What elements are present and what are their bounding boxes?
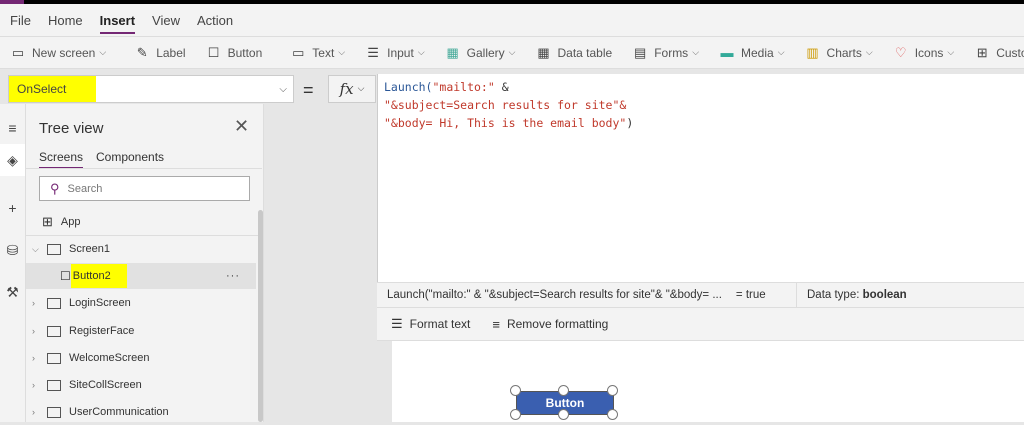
screen-icon [47, 297, 61, 309]
custom-button[interactable]: ⊞Custom [974, 45, 1024, 61]
result-expression: Launch("mailto:" & "&subject=Search resu… [387, 289, 722, 301]
screen-icon [47, 352, 61, 364]
button-button[interactable]: ☐ Button [206, 45, 263, 61]
close-icon[interactable]: ✕ [234, 116, 249, 137]
property-dropdown[interactable]: OnSelect ⌵ [8, 75, 294, 103]
chevron-down-icon: ⌵ [279, 83, 287, 95]
format-text-button[interactable]: ☰ Format text [391, 316, 470, 332]
plus-icon[interactable]: + [0, 200, 25, 216]
menu-view[interactable]: View [152, 9, 180, 32]
fx-button[interactable]: fx ⌵ [328, 75, 376, 103]
menu-action[interactable]: Action [197, 9, 233, 32]
image-icon: ▬ [720, 45, 734, 60]
charts-button[interactable]: ▥ Charts ⌵ [805, 44, 872, 61]
remove-formatting-icon: ≡ [492, 316, 500, 332]
pencil-icon: ✎ [136, 44, 148, 60]
tree-item-usercommunication[interactable]: › UserCommunication [26, 399, 256, 425]
icons-button[interactable]: ♡ Icons ⌵ [893, 44, 954, 61]
menu-file[interactable]: File [10, 9, 31, 32]
screen-icon [47, 243, 61, 255]
datatype-label: Data type: [807, 289, 863, 301]
menu-bar: File Home Insert View Action [0, 4, 1024, 36]
text-icon: ▭ [292, 44, 305, 60]
chevron-right-icon[interactable]: › [32, 326, 42, 336]
tree-item-button2[interactable]: ☐ Button2 ··· [26, 263, 256, 289]
tree-item-registerface[interactable]: › RegisterFace [26, 318, 256, 344]
text-button[interactable]: ▭ Text ⌵ [290, 45, 345, 61]
formula-result-bar: Launch("mailto:" & "&subject=Search resu… [377, 282, 1024, 308]
remove-formatting-button[interactable]: ≡ Remove formatting [492, 317, 608, 332]
app-icon: ⊞ [42, 214, 53, 229]
tree-item-app[interactable]: ⊞ App [26, 209, 256, 235]
equals-sign: = [303, 80, 314, 100]
resize-handle[interactable] [510, 409, 521, 420]
tab-components[interactable]: Components [96, 150, 164, 164]
datatype-value: boolean [862, 289, 907, 301]
tools-icon[interactable]: ⚒ [0, 284, 25, 301]
resize-handle[interactable] [607, 409, 618, 420]
forms-button[interactable]: ▤ Forms ⌵ [632, 45, 699, 61]
chevron-right-icon[interactable]: › [32, 353, 42, 363]
left-rail: ≡ ◈ + ⛁ ⚒ [0, 104, 26, 422]
gallery-button[interactable]: ▦ Gallery ⌵ [445, 44, 515, 61]
search-icon: ⚲ [50, 180, 60, 196]
resize-handle[interactable] [510, 385, 521, 396]
forms-icon: ▤ [634, 44, 647, 60]
tree-item-welcomescreen[interactable]: › WelcomeScreen [26, 345, 256, 371]
icons-icon: ♡ [894, 44, 907, 60]
button-icon: ☐ [207, 44, 220, 60]
table-icon: ▦ [537, 44, 550, 60]
tab-screens[interactable]: Screens [39, 150, 84, 169]
resize-handle[interactable] [607, 385, 618, 396]
format-bar: ☰ Format text ≡ Remove formatting [377, 308, 1024, 341]
input-button[interactable]: ☰ Input ⌵ [365, 44, 424, 61]
screen-canvas[interactable] [392, 341, 1024, 422]
screen-icon [47, 406, 61, 418]
menu-insert[interactable]: Insert [99, 9, 136, 34]
resize-handle[interactable] [558, 409, 569, 420]
button-icon: ☐ [60, 269, 71, 283]
menu-home[interactable]: Home [48, 9, 83, 32]
tree-view-title: Tree view [39, 120, 104, 137]
database-icon[interactable]: ⛁ [0, 242, 25, 259]
more-options-icon[interactable]: ··· [226, 270, 240, 282]
gallery-icon: ▦ [446, 44, 459, 60]
tree-item-screen1[interactable]: ⌵ Screen1 [26, 236, 256, 262]
tree-scrollbar[interactable] [258, 210, 263, 422]
custom-icon: ⊞ [976, 44, 988, 60]
result-value: = true [735, 289, 766, 301]
data-table-button[interactable]: ▦ Data table [535, 45, 612, 61]
chevron-right-icon[interactable]: › [32, 380, 42, 390]
hamburger-icon[interactable]: ≡ [0, 120, 25, 136]
tree-view-panel: Tree view ✕ Screens Components ⚲ Search ⊞… [26, 104, 264, 422]
new-screen-icon: ▭ [11, 44, 25, 60]
screen-icon [47, 325, 61, 337]
sliders-icon: ☰ [367, 44, 379, 60]
new-screen-button[interactable]: ▭ New screen ⌵ [10, 45, 106, 61]
tree-item-sitecollscreen[interactable]: › SiteCollScreen [26, 372, 256, 398]
label-button[interactable]: ✎ Label [134, 44, 186, 61]
resize-handle[interactable] [558, 385, 569, 396]
format-text-icon: ☰ [391, 316, 403, 331]
formula-editor[interactable]: Launch("mailto:" & "&subject=Search resu… [377, 74, 1024, 283]
chevron-right-icon[interactable]: › [32, 407, 42, 417]
tree-item-loginscreen[interactable]: › LoginScreen [26, 290, 256, 316]
ribbon: ▭ New screen ⌵ ✎ Label ☐ Button ▭ Text ⌵ ☰ Inpu… [0, 36, 1024, 69]
layers-icon[interactable]: ◈ [0, 144, 25, 176]
chart-icon: ▥ [806, 44, 819, 60]
chevron-right-icon[interactable]: › [32, 298, 42, 308]
screen-icon [47, 379, 61, 391]
chevron-down-icon[interactable]: ⌵ [32, 244, 42, 255]
media-button[interactable]: ▬ Media ⌵ [719, 45, 785, 60]
search-input[interactable]: ⚲ Search [39, 176, 250, 201]
